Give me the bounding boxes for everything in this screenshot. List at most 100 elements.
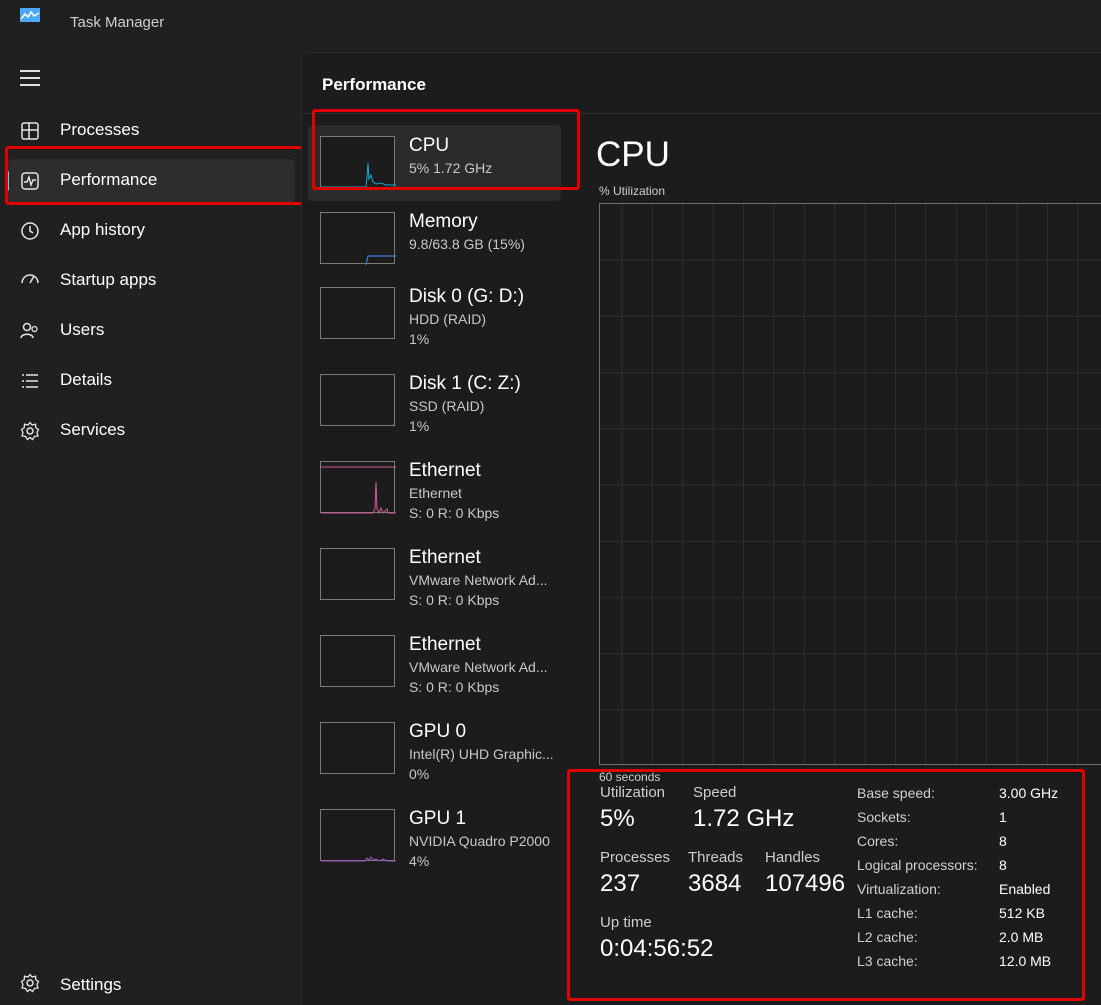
app-history-icon	[21, 222, 39, 240]
active-indicator	[6, 171, 9, 191]
device-usage: 1%	[409, 331, 430, 347]
services-icon	[20, 421, 40, 441]
device-subtitle: 9.8/63.8 GB (15%)	[409, 236, 525, 252]
spec-value: 1	[999, 809, 1007, 825]
spec-value: 8	[999, 857, 1007, 873]
device-usage: 1%	[409, 418, 430, 434]
settings-label: Settings	[60, 975, 122, 994]
users-icon	[20, 322, 38, 339]
device-item-ethernet[interactable]: Ethernet VMware Network Ad... S: 0 R: 0 …	[308, 537, 561, 613]
uptime-value: 0:04:56:52	[600, 935, 714, 962]
device-item-gpu-1[interactable]: GPU 1 NVIDIA Quadro P2000 4%	[308, 798, 561, 874]
cpu-utilization-graph	[599, 203, 1101, 765]
spec-key: Cores:	[857, 833, 899, 849]
ethernet-thumbnail-graph	[320, 635, 395, 687]
processes-label: Processes	[600, 849, 671, 866]
spec-key: Logical processors:	[857, 857, 978, 873]
sidebar-item-label: Processes	[60, 120, 140, 139]
utilization-value: 5%	[600, 805, 635, 832]
device-usage: 0%	[409, 766, 430, 782]
sidebar-item-label: Users	[60, 320, 105, 339]
ethernet-thumbnail-graph	[320, 548, 395, 600]
device-item-memory[interactable]: Memory 9.8/63.8 GB (15%)	[308, 201, 561, 277]
device-name: GPU 1	[409, 808, 467, 829]
device-name: Ethernet	[409, 460, 481, 481]
device-subtitle: Intel(R) UHD Graphic...	[409, 746, 554, 762]
device-item-ethernet[interactable]: Ethernet VMware Network Ad... S: 0 R: 0 …	[308, 624, 561, 700]
device-subtitle: VMware Network Ad...	[409, 572, 548, 588]
device-subtitle: NVIDIA Quadro P2000	[409, 833, 550, 849]
memory-thumbnail-graph	[320, 212, 396, 265]
utilization-label: Utilization	[600, 784, 666, 801]
device-subtitle: VMware Network Ad...	[409, 659, 548, 675]
device-subtitle: Ethernet	[409, 485, 462, 501]
device-subtitle: SSD (RAID)	[409, 398, 485, 414]
spec-key: Virtualization:	[857, 881, 941, 897]
sidebar-item-startup-apps[interactable]: Startup apps	[8, 259, 295, 303]
gpu-thumbnail-graph	[320, 722, 395, 774]
threads-label: Threads	[688, 849, 744, 866]
spec-value: 8	[999, 833, 1007, 849]
device-item-ethernet[interactable]: Ethernet Ethernet S: 0 R: 0 Kbps	[308, 450, 561, 526]
disk-thumbnail-graph	[320, 287, 395, 339]
title-bar: Task Manager	[0, 0, 1101, 48]
device-name: GPU 0	[409, 721, 467, 742]
threads-value: 3684	[688, 870, 742, 897]
device-name: Memory	[409, 211, 478, 232]
device-subtitle: 5% 1.72 GHz	[409, 160, 493, 176]
spec-key: Base speed:	[857, 785, 935, 801]
device-item-gpu-0[interactable]: GPU 0 Intel(R) UHD Graphic... 0%	[308, 711, 561, 787]
handles-label: Handles	[765, 849, 821, 866]
hamburger-menu-icon[interactable]	[20, 70, 40, 86]
spec-value: 512 KB	[999, 905, 1045, 921]
sidebar-item-app-history[interactable]: App history	[8, 209, 295, 253]
device-usage: S: 0 R: 0 Kbps	[409, 679, 500, 695]
device-usage: S: 0 R: 0 Kbps	[409, 592, 500, 608]
uptime-label: Up time	[600, 914, 652, 931]
handles-value: 107496	[765, 870, 846, 897]
device-subtitle: HDD (RAID)	[409, 311, 486, 327]
speed-label: Speed	[693, 784, 737, 801]
device-name: Disk 0 (G: D:)	[409, 286, 525, 307]
spec-value: 12.0 MB	[999, 953, 1052, 969]
cpu-stats-panel: Utilization 5% Speed 1.72 GHz Processes …	[567, 769, 1085, 1001]
device-name: CPU	[409, 135, 450, 156]
device-item-disk-1[interactable]: Disk 1 (C: Z:) SSD (RAID) 1%	[308, 363, 561, 439]
spec-value: 2.0 MB	[999, 929, 1044, 945]
device-usage: S: 0 R: 0 Kbps	[409, 505, 500, 521]
sidebar-item-label: Services	[60, 420, 126, 439]
startup-apps-icon	[21, 274, 39, 284]
detail-title: CPU	[596, 135, 670, 174]
sidebar-item-details[interactable]: Details	[8, 359, 295, 403]
divider	[302, 113, 1101, 114]
gpu-thumbnail-graph	[320, 809, 396, 862]
device-item-disk-0[interactable]: Disk 0 (G: D:) HDD (RAID) 1%	[308, 276, 561, 352]
device-item-cpu[interactable]: CPU 5% 1.72 GHz	[308, 125, 561, 201]
device-usage: 4%	[409, 853, 430, 869]
speed-value: 1.72 GHz	[693, 805, 795, 832]
sidebar-item-processes[interactable]: Processes	[8, 109, 295, 153]
performance-icon	[21, 172, 39, 190]
sidebar-item-label: App history	[60, 220, 146, 239]
details-icon	[22, 374, 38, 388]
main-panel: Performance CPU 5% 1.72 GHz Memory 9.8/6…	[301, 52, 1101, 1005]
processes-icon	[21, 122, 39, 140]
spec-key: Sockets:	[857, 809, 911, 825]
sidebar-item-label: Performance	[60, 170, 158, 189]
sidebar-item-performance[interactable]: Performance	[6, 159, 295, 203]
sidebar-item-services[interactable]: Services	[8, 409, 295, 453]
settings-button[interactable]: Settings	[8, 962, 295, 1002]
sidebar-item-users[interactable]: Users	[8, 309, 295, 353]
device-name: Ethernet	[409, 547, 481, 568]
spec-key: L3 cache:	[857, 953, 918, 969]
sidebar-item-label: Startup apps	[60, 270, 157, 289]
spec-value: 3.00 GHz	[999, 785, 1059, 801]
spec-value: Enabled	[999, 881, 1051, 897]
page-title: Performance	[322, 75, 426, 94]
spec-key: L2 cache:	[857, 929, 918, 945]
device-name: Ethernet	[409, 634, 481, 655]
ethernet-thumbnail-graph	[320, 461, 396, 514]
window-title: Task Manager	[70, 14, 165, 31]
sidebar-item-label: Details	[60, 370, 112, 389]
gear-icon	[20, 973, 40, 993]
